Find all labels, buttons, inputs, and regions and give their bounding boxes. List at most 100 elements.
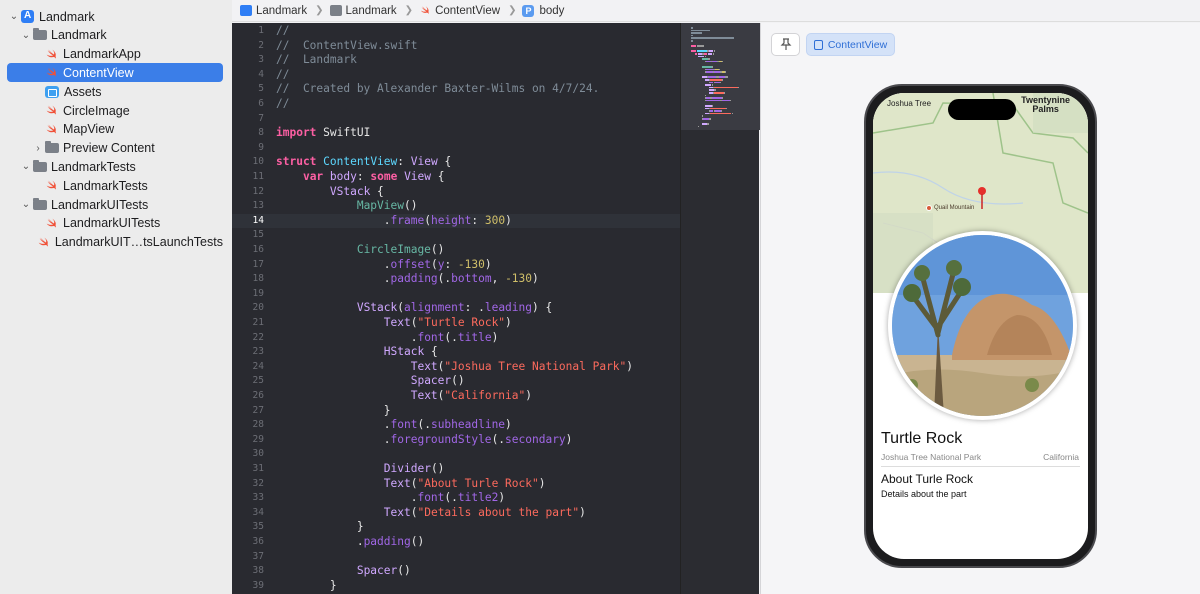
code-token: import — [276, 126, 317, 140]
line-number: 3 — [258, 54, 264, 66]
navigator-item[interactable]: LandmarkTests — [7, 176, 223, 195]
code-line[interactable]: Text("Turtle Rock") — [276, 316, 680, 331]
code-line[interactable]: } — [276, 404, 680, 419]
code-line[interactable]: VStack(alignment: .leading) { — [276, 301, 680, 316]
code-line[interactable]: // — [276, 24, 680, 39]
code-line[interactable]: Text("Details about the part") — [276, 506, 680, 521]
minimap-line — [729, 99, 731, 102]
navigator-item[interactable]: LandmarkApp — [7, 45, 223, 64]
line-number: 6 — [258, 98, 264, 109]
code-line[interactable]: import SwiftUI — [276, 126, 680, 141]
source-editor[interactable]: 1 2 3 4 5 6 7 8 9 10 11 12 13 14 15 16 17 18 19 20 21 22 23 24 2… — [232, 23, 680, 594]
code-line[interactable] — [276, 141, 680, 156]
code-token: ) { — [532, 301, 553, 315]
code-token: VStack — [329, 184, 371, 198]
line-number: 24 — [252, 360, 264, 372]
navigator-item[interactable]: CircleImage — [7, 101, 223, 120]
code-line[interactable]: HStack { — [276, 345, 680, 360]
code-line[interactable] — [276, 447, 680, 462]
code-line[interactable]: MapView() — [276, 199, 680, 214]
code-line[interactable] — [276, 228, 680, 243]
code-line[interactable]: Divider() — [276, 462, 680, 477]
pin-preview-button[interactable] — [771, 33, 800, 56]
code-line[interactable]: // Created by Alexander Baxter-Wilms on … — [276, 82, 680, 97]
navigator-item[interactable]: ⌄ Landmark — [7, 26, 223, 45]
code-line[interactable]: Text("California") — [276, 389, 680, 404]
code-line[interactable]: .frame(height: 300) — [276, 214, 680, 229]
code-line[interactable]: .padding() — [276, 535, 680, 550]
xcode-window: { "navigator": { "items": [ {"label": "L… — [0, 0, 1200, 594]
code-line[interactable]: // — [276, 97, 680, 112]
navigator-item[interactable]: › Preview Content — [7, 139, 223, 158]
navigator-item-label: LandmarkApp — [63, 47, 141, 62]
code-line[interactable]: } — [276, 520, 680, 535]
minimap-line — [726, 107, 727, 110]
code-line[interactable]: .font(.subheadline) — [276, 418, 680, 433]
line-number: 5 — [258, 83, 264, 95]
code-line[interactable]: Text("Joshua Tree National Park") — [276, 360, 680, 375]
minimap-line — [705, 94, 707, 97]
breadcrumb-item-symbol[interactable]: P body — [522, 4, 565, 17]
code-line[interactable]: .font(.title) — [276, 331, 680, 346]
navigator-item[interactable]: LandmarkUIT…tsLaunchTests — [7, 233, 223, 252]
line-number: 7 — [258, 112, 264, 124]
navigator-item[interactable]: MapView — [7, 120, 223, 139]
navigator-item[interactable]: LandmarkUITests — [7, 214, 223, 233]
disclosure-expanded-icon[interactable]: ⌄ — [7, 11, 21, 22]
breadcrumb-item-project[interactable]: Landmark — [240, 5, 307, 17]
minimap-line — [731, 112, 733, 115]
code-line[interactable]: // ContentView.swift — [276, 39, 680, 54]
navigator-item[interactable]: ⌄ Landmark — [7, 7, 223, 26]
code-line[interactable]: Text("About Turle Rock") — [276, 477, 680, 492]
code-token: ) — [491, 330, 499, 344]
breadcrumb-label: body — [539, 4, 565, 17]
about-heading: About Turle Rock — [881, 472, 974, 486]
code-line[interactable]: struct ContentView: View { — [276, 155, 680, 170]
line-number: 16 — [252, 244, 264, 255]
navigator-item-label: ContentView — [63, 65, 134, 80]
code-line[interactable] — [276, 287, 680, 302]
code-token: ( — [424, 213, 431, 227]
code-line[interactable]: var body: some View { — [276, 170, 680, 185]
code-line[interactable]: .offset(y: -130) — [276, 258, 680, 273]
code-line[interactable]: CircleImage() — [276, 243, 680, 258]
code-line[interactable]: VStack { — [276, 185, 680, 200]
navigator-item[interactable]: ⌄ LandmarkTests — [7, 157, 223, 176]
minimap-line — [691, 34, 693, 37]
disclosure-expanded-icon[interactable]: ⌄ — [19, 30, 33, 41]
navigator-item[interactable]: ⌄ LandmarkUITests — [7, 195, 223, 214]
code-line[interactable]: Spacer() — [276, 374, 680, 389]
navigator-item[interactable]: Assets — [7, 82, 223, 101]
code-line[interactable]: Spacer() — [276, 564, 680, 579]
code-line[interactable]: .font(.title2) — [276, 491, 680, 506]
code-line[interactable]: } — [276, 579, 680, 594]
breadcrumb-item-group[interactable]: Landmark — [329, 5, 397, 17]
code-token: -130 — [457, 257, 485, 271]
code-line[interactable] — [276, 112, 680, 127]
disclosure-expanded-icon[interactable]: ⌄ — [19, 161, 33, 172]
code-line[interactable] — [276, 550, 680, 565]
swift-file-icon — [46, 105, 56, 115]
code-token: bottom — [451, 272, 492, 286]
disclosure-expanded-icon[interactable]: ⌄ — [19, 199, 33, 210]
disclosure-collapsed-icon[interactable]: › — [31, 143, 45, 154]
code-line[interactable]: .foregroundStyle(.secondary) — [276, 433, 680, 448]
code-line[interactable]: // Landmark — [276, 53, 680, 68]
minimap-line — [697, 45, 704, 47]
code-line[interactable]: // — [276, 68, 680, 83]
map-pin-icon[interactable] — [977, 186, 987, 210]
navigator-item[interactable]: ContentView — [7, 63, 223, 83]
code-line[interactable]: .padding(.bottom, -130) — [276, 272, 680, 287]
preview-selector-button[interactable]: ContentView — [806, 33, 895, 56]
minimap-line — [709, 118, 711, 120]
minimap-line — [691, 27, 693, 29]
line-number: 23 — [252, 346, 264, 358]
minimap-line — [713, 86, 738, 89]
line-number: 2 — [258, 39, 264, 51]
code-token: title2 — [457, 491, 499, 505]
breadcrumb-item-file[interactable]: ContentView — [419, 5, 500, 17]
minimap-line — [720, 110, 722, 112]
minimap[interactable] — [680, 23, 760, 594]
